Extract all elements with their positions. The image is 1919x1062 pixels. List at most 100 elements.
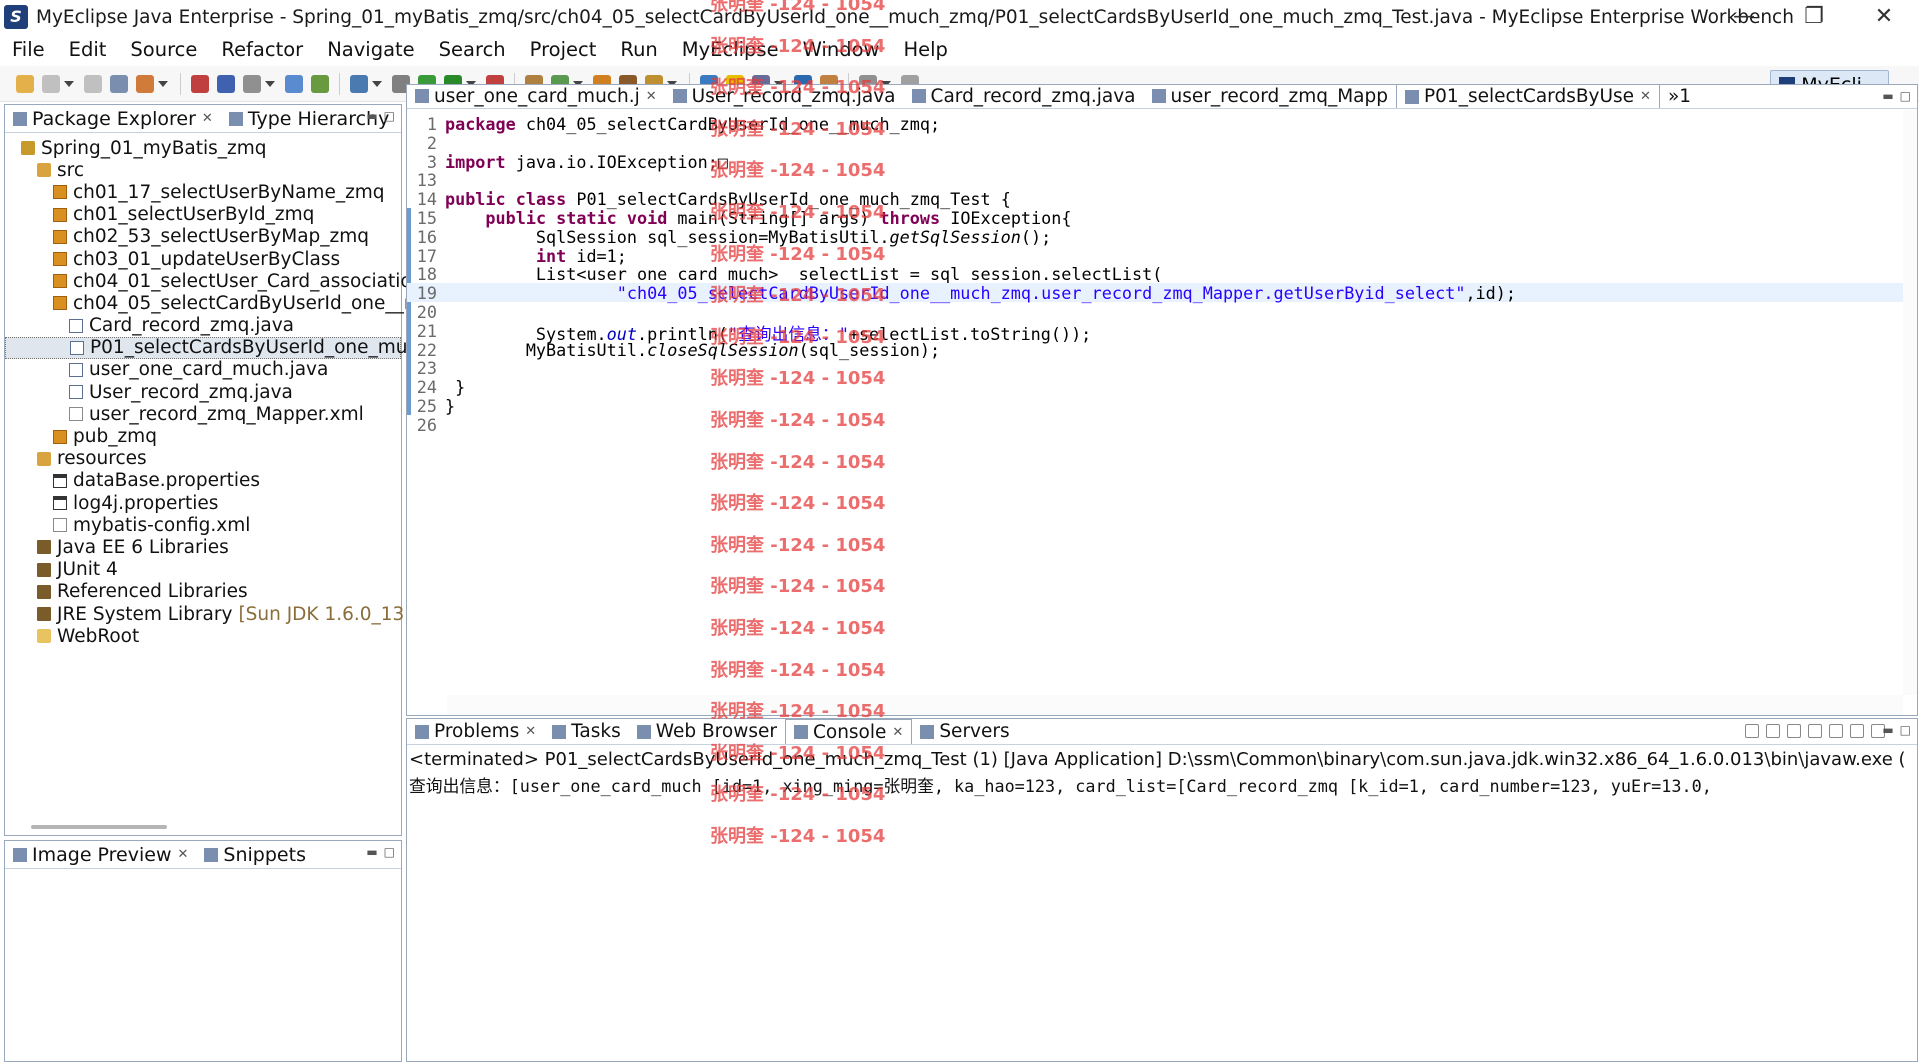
minimize-view-icon[interactable]: ▬: [366, 845, 377, 859]
chevron-down-icon[interactable]: [372, 80, 382, 87]
close-button[interactable]: ✕: [1849, 0, 1919, 34]
close-icon[interactable]: ✕: [202, 111, 213, 126]
menu-file[interactable]: File: [0, 38, 57, 61]
editor-tab-4[interactable]: P01_selectCardsByUse ✕: [1396, 84, 1660, 108]
chevron-down-icon[interactable]: [64, 80, 74, 87]
maximize-view-icon[interactable]: □: [1900, 723, 1911, 737]
minimize-view-icon[interactable]: ▬: [366, 109, 377, 123]
code-line[interactable]: 16 SqlSession sql_session=MyBatisUtil.ge…: [407, 227, 1903, 247]
toolbar-button-icon[interactable]: [350, 74, 368, 93]
editor-tab-3[interactable]: user_record_zmq_Mapp: [1144, 84, 1396, 108]
editor-tab-2[interactable]: Card_record_zmq.java: [904, 84, 1144, 108]
tree-item[interactable]: Java EE 6 Libraries: [5, 536, 401, 558]
menu-project[interactable]: Project: [518, 38, 609, 61]
editor-vertical-scrollbar[interactable]: [1903, 110, 1917, 695]
clear-console-icon[interactable]: [1808, 724, 1822, 738]
menu-help[interactable]: Help: [891, 38, 959, 61]
chevron-down-icon[interactable]: [158, 80, 168, 87]
tree-item[interactable]: user_record_zmq_Mapper.xml: [5, 403, 401, 425]
tree-item[interactable]: src: [5, 159, 401, 181]
console-tab-4[interactable]: Servers: [912, 719, 1017, 744]
tree-item[interactable]: resources: [5, 448, 401, 470]
menu-refactor[interactable]: Refactor: [209, 38, 315, 61]
editor-tab-overflow[interactable]: »1: [1660, 84, 1699, 108]
code-line[interactable]: 3 import java.io.IOException;□: [407, 152, 1903, 172]
tree-item[interactable]: ch02_53_selectUserByMap_zmq: [5, 226, 401, 248]
code-line[interactable]: 15 public static void main(String[] args…: [407, 208, 1903, 228]
tree-item[interactable]: pub_zmq: [5, 425, 401, 447]
maximize-view-icon[interactable]: □: [384, 845, 395, 859]
tree-item[interactable]: User_record_zmq.java: [5, 381, 401, 403]
tree-item[interactable]: ch04_05_selectCardByUserId_one__much_zmq: [5, 292, 504, 314]
tree-item[interactable]: Card_record_zmq.java: [5, 315, 401, 337]
code-line[interactable]: 19 "ch04_05_selectCardByUserId_one__much…: [407, 283, 1903, 303]
remove-launch-icon[interactable]: [1766, 724, 1780, 738]
tree-item[interactable]: user_one_card_much.java: [5, 359, 401, 381]
code-line[interactable]: 14 public class P01_selectCardsByUserId_o…: [407, 189, 1903, 209]
tree-item[interactable]: JUnit 4: [5, 559, 401, 581]
package-explorer-tab-0[interactable]: Package Explorer ✕: [5, 105, 221, 132]
image-preview-tab-0[interactable]: Image Preview ✕: [5, 841, 196, 868]
tree-item[interactable]: P01_selectCardsByUserId_one_much_zmq_Te: [5, 336, 507, 359]
maximize-view-icon[interactable]: □: [1900, 89, 1911, 103]
menu-myeclipse[interactable]: MyEclipse: [670, 38, 791, 61]
close-icon[interactable]: ✕: [892, 725, 903, 740]
tree-item[interactable]: log4j.properties: [5, 492, 401, 514]
close-icon[interactable]: ✕: [178, 847, 189, 862]
toolbar-button-icon[interactable]: [136, 74, 154, 93]
pin-console-icon[interactable]: [1850, 724, 1864, 738]
image-preview-tab-1[interactable]: Snippets: [196, 841, 314, 868]
close-icon[interactable]: ✕: [646, 89, 657, 104]
tree-item[interactable]: dataBase.properties: [5, 470, 401, 492]
console-tab-1[interactable]: Tasks: [544, 719, 629, 744]
code-line[interactable]: 22 MyBatisUtil.closeSqlSession(sql_sessi…: [407, 340, 1903, 360]
menu-search[interactable]: Search: [427, 38, 518, 61]
menu-window[interactable]: Window: [791, 38, 892, 61]
toolbar-button-icon[interactable]: [217, 74, 235, 93]
editor-tab-1[interactable]: User_record_zmq.java: [665, 84, 904, 108]
console-tab-2[interactable]: Web Browser: [629, 719, 785, 744]
menu-edit[interactable]: Edit: [57, 38, 119, 61]
close-icon[interactable]: ✕: [525, 724, 536, 739]
toolbar-button-icon[interactable]: [243, 74, 261, 93]
toolbar-button-icon[interactable]: [42, 74, 60, 93]
code-area[interactable]: 1 package ch04_05_selectCardByUserId_one_…: [407, 110, 1917, 695]
code-line[interactable]: 17 int id=1;: [407, 246, 1903, 266]
tree-item[interactable]: JRE System Library [Sun JDK 1.6.0_13]: [5, 603, 412, 625]
tree-item[interactable]: WebRoot: [5, 625, 401, 647]
menu-navigate[interactable]: Navigate: [315, 38, 426, 61]
toolbar-button-icon[interactable]: [191, 74, 209, 93]
tree-item[interactable]: ch01_17_selectUserByName_zmq: [5, 181, 401, 203]
tree-item[interactable]: Spring_01_myBatis_zmq: [5, 137, 401, 159]
minimize-view-icon[interactable]: ▬: [1882, 723, 1893, 737]
toolbar-button-icon[interactable]: [16, 74, 34, 93]
menu-source[interactable]: Source: [118, 38, 209, 61]
tree-item[interactable]: Referenced Libraries: [5, 581, 401, 603]
terminate-icon[interactable]: [1745, 724, 1759, 738]
code-line[interactable]: 13: [407, 170, 1903, 190]
code-line[interactable]: 2: [407, 133, 1903, 153]
maximize-button[interactable]: ❐: [1779, 0, 1849, 34]
code-line[interactable]: 24 }: [407, 377, 1903, 397]
toolbar-button-icon[interactable]: [285, 74, 303, 93]
menu-run[interactable]: Run: [608, 38, 669, 61]
toolbar-button-icon[interactable]: [311, 74, 329, 93]
minimize-button[interactable]: —: [1709, 0, 1779, 34]
console-output[interactable]: 查询出信息：[user_one_card_much [id=1, xing_mi…: [409, 773, 1712, 797]
maximize-view-icon[interactable]: □: [384, 109, 395, 123]
close-icon[interactable]: ✕: [1640, 89, 1651, 104]
chevron-down-icon[interactable]: [265, 80, 275, 87]
code-line[interactable]: 26: [407, 415, 1903, 435]
code-line[interactable]: 23: [407, 358, 1903, 378]
editor-horizontal-scrollbar[interactable]: [447, 695, 1903, 715]
editor-tab-0[interactable]: user_one_card_much.j ✕: [407, 84, 665, 108]
console-tab-3[interactable]: Console ✕: [784, 719, 913, 744]
code-line[interactable]: 21 System.out.println("查询出信息："+selectLis…: [407, 321, 1903, 344]
toolbar-button-icon[interactable]: [110, 74, 128, 93]
tree-item[interactable]: ch04_01_selectUser_Card_association_zmq: [5, 270, 472, 292]
scroll-lock-icon[interactable]: [1829, 724, 1843, 738]
code-line[interactable]: 20: [407, 302, 1903, 322]
horizontal-scrollbar[interactable]: [31, 825, 167, 829]
tree-item[interactable]: ch01_selectUserById_zmq: [5, 204, 401, 226]
code-line[interactable]: 1 package ch04_05_selectCardByUserId_one_…: [407, 114, 1903, 134]
